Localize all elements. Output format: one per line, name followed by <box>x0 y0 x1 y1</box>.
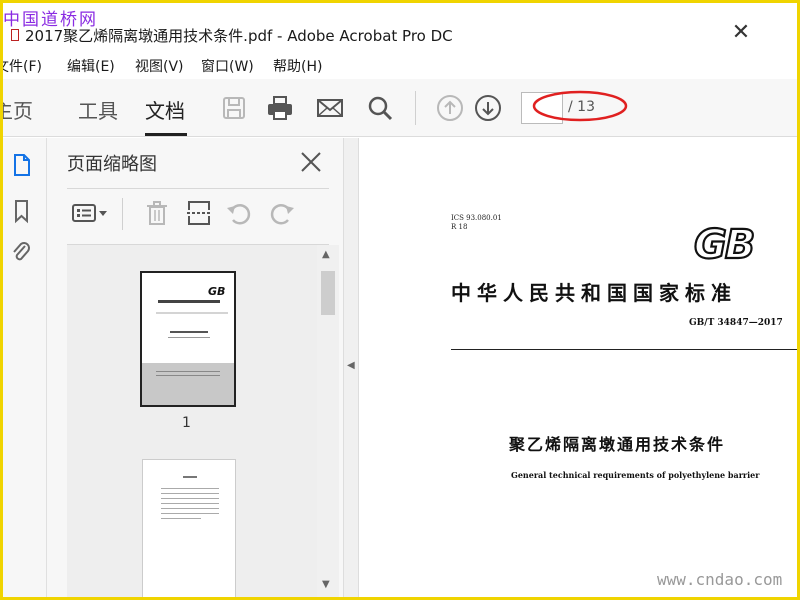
document-view: ICS 93.080.01 R 18 GB 中华人民共和国国家标准 GB/T 3… <box>359 138 797 597</box>
thumbnail-cover-preview: GB <box>156 285 228 338</box>
toolbar-separator <box>415 91 416 125</box>
prev-page-icon[interactable] <box>435 93 465 123</box>
tab-home[interactable]: 主页 <box>3 95 33 124</box>
next-page-icon[interactable] <box>473 93 503 123</box>
menu-view[interactable]: 视图(V) <box>135 56 184 76</box>
bookmark-icon[interactable] <box>9 198 33 224</box>
email-icon[interactable] <box>315 93 345 123</box>
window-close-button[interactable]: ✕ <box>727 19 755 47</box>
scroll-up-icon[interactable]: ▲ <box>322 249 330 260</box>
options-menu-icon[interactable] <box>71 198 111 228</box>
svg-text:GB: GB <box>208 285 225 298</box>
scroll-down-icon[interactable]: ▼ <box>322 579 330 590</box>
doc-header-rule <box>451 349 797 350</box>
title-bar: 中国道桥网 2017聚乙烯隔离墩通用技术条件.pdf - Adobe Acrob… <box>3 3 797 51</box>
tab-tools[interactable]: 工具 <box>78 95 118 124</box>
tab-document[interactable]: 文档 <box>145 95 185 124</box>
collapse-panel-icon[interactable]: ◀ <box>347 360 355 371</box>
doc-national-standard-title: 中华人民共和国国家标准 <box>451 281 737 305</box>
thumbnail-list: GB 1 <box>67 245 317 597</box>
menu-window[interactable]: 窗口(W) <box>201 56 254 76</box>
search-icon[interactable] <box>365 93 395 123</box>
attachment-icon[interactable] <box>9 240 33 266</box>
print-icon[interactable] <box>265 93 295 123</box>
save-icon[interactable] <box>219 93 249 123</box>
navigation-rail <box>3 138 47 597</box>
menu-bar: 文件(F) 编辑(E) 视图(V) 窗口(W) 帮助(H) <box>3 51 797 79</box>
doc-ics-code: ICS 93.080.01 <box>451 214 502 222</box>
menu-edit[interactable]: 编辑(E) <box>67 56 115 76</box>
gb-standard-logo: GB <box>693 221 757 266</box>
doc-standard-number: GB/T 34847—2017 <box>689 318 783 328</box>
doc-classification: ICS 93.080.01 R 18 <box>451 214 502 232</box>
pdf-file-icon <box>11 29 19 41</box>
extract-icon[interactable] <box>184 198 214 228</box>
doc-ccs-code: R 18 <box>451 223 468 231</box>
rotate-ccw-icon[interactable] <box>224 198 254 228</box>
thumbnail-scrollbar[interactable]: ▲ ▼ <box>317 245 339 597</box>
red-highlight-ellipse <box>532 90 628 122</box>
menu-help[interactable]: 帮助(H) <box>273 56 322 76</box>
doc-title-chinese: 聚乙烯隔离墩通用技术条件 <box>509 435 726 454</box>
scrollbar-thumb[interactable] <box>321 271 335 315</box>
rotate-cw-icon[interactable] <box>267 198 297 228</box>
panel-tool-separator <box>122 198 123 230</box>
close-panel-icon[interactable] <box>297 148 325 176</box>
page-thumbnail-2[interactable] <box>142 459 236 597</box>
thumbnail-toc-preview <box>161 476 219 519</box>
page-thumbnail-1[interactable]: GB <box>140 271 236 407</box>
acrobat-window: 中国道桥网 2017聚乙烯隔离墩通用技术条件.pdf - Adobe Acrob… <box>3 3 797 597</box>
thumbnail-cover-bottom <box>142 363 234 405</box>
delete-icon[interactable] <box>142 198 172 228</box>
menu-file[interactable]: 文件(F) <box>3 56 42 76</box>
main-toolbar: 主页 工具 文档 / 13 <box>3 79 797 137</box>
window-title: 2017聚乙烯隔离墩通用技术条件.pdf - Adobe Acrobat Pro… <box>25 27 453 45</box>
active-tab-indicator <box>145 133 187 136</box>
panel-splitter[interactable]: ◀ <box>343 138 359 597</box>
page-thumbnails-icon[interactable] <box>9 152 33 178</box>
page-thumbnails-panel: 页面缩略图 GB 1 ▲ ▼ <box>47 138 343 597</box>
doc-title-english: General technical requirements of polyet… <box>511 470 760 480</box>
watermark-url: www.cndao.com <box>657 570 783 589</box>
thumbnail-label: 1 <box>182 415 191 431</box>
panel-title: 页面缩略图 <box>67 154 157 175</box>
gb-logo-text: GB <box>694 222 753 266</box>
panel-divider <box>67 188 329 189</box>
